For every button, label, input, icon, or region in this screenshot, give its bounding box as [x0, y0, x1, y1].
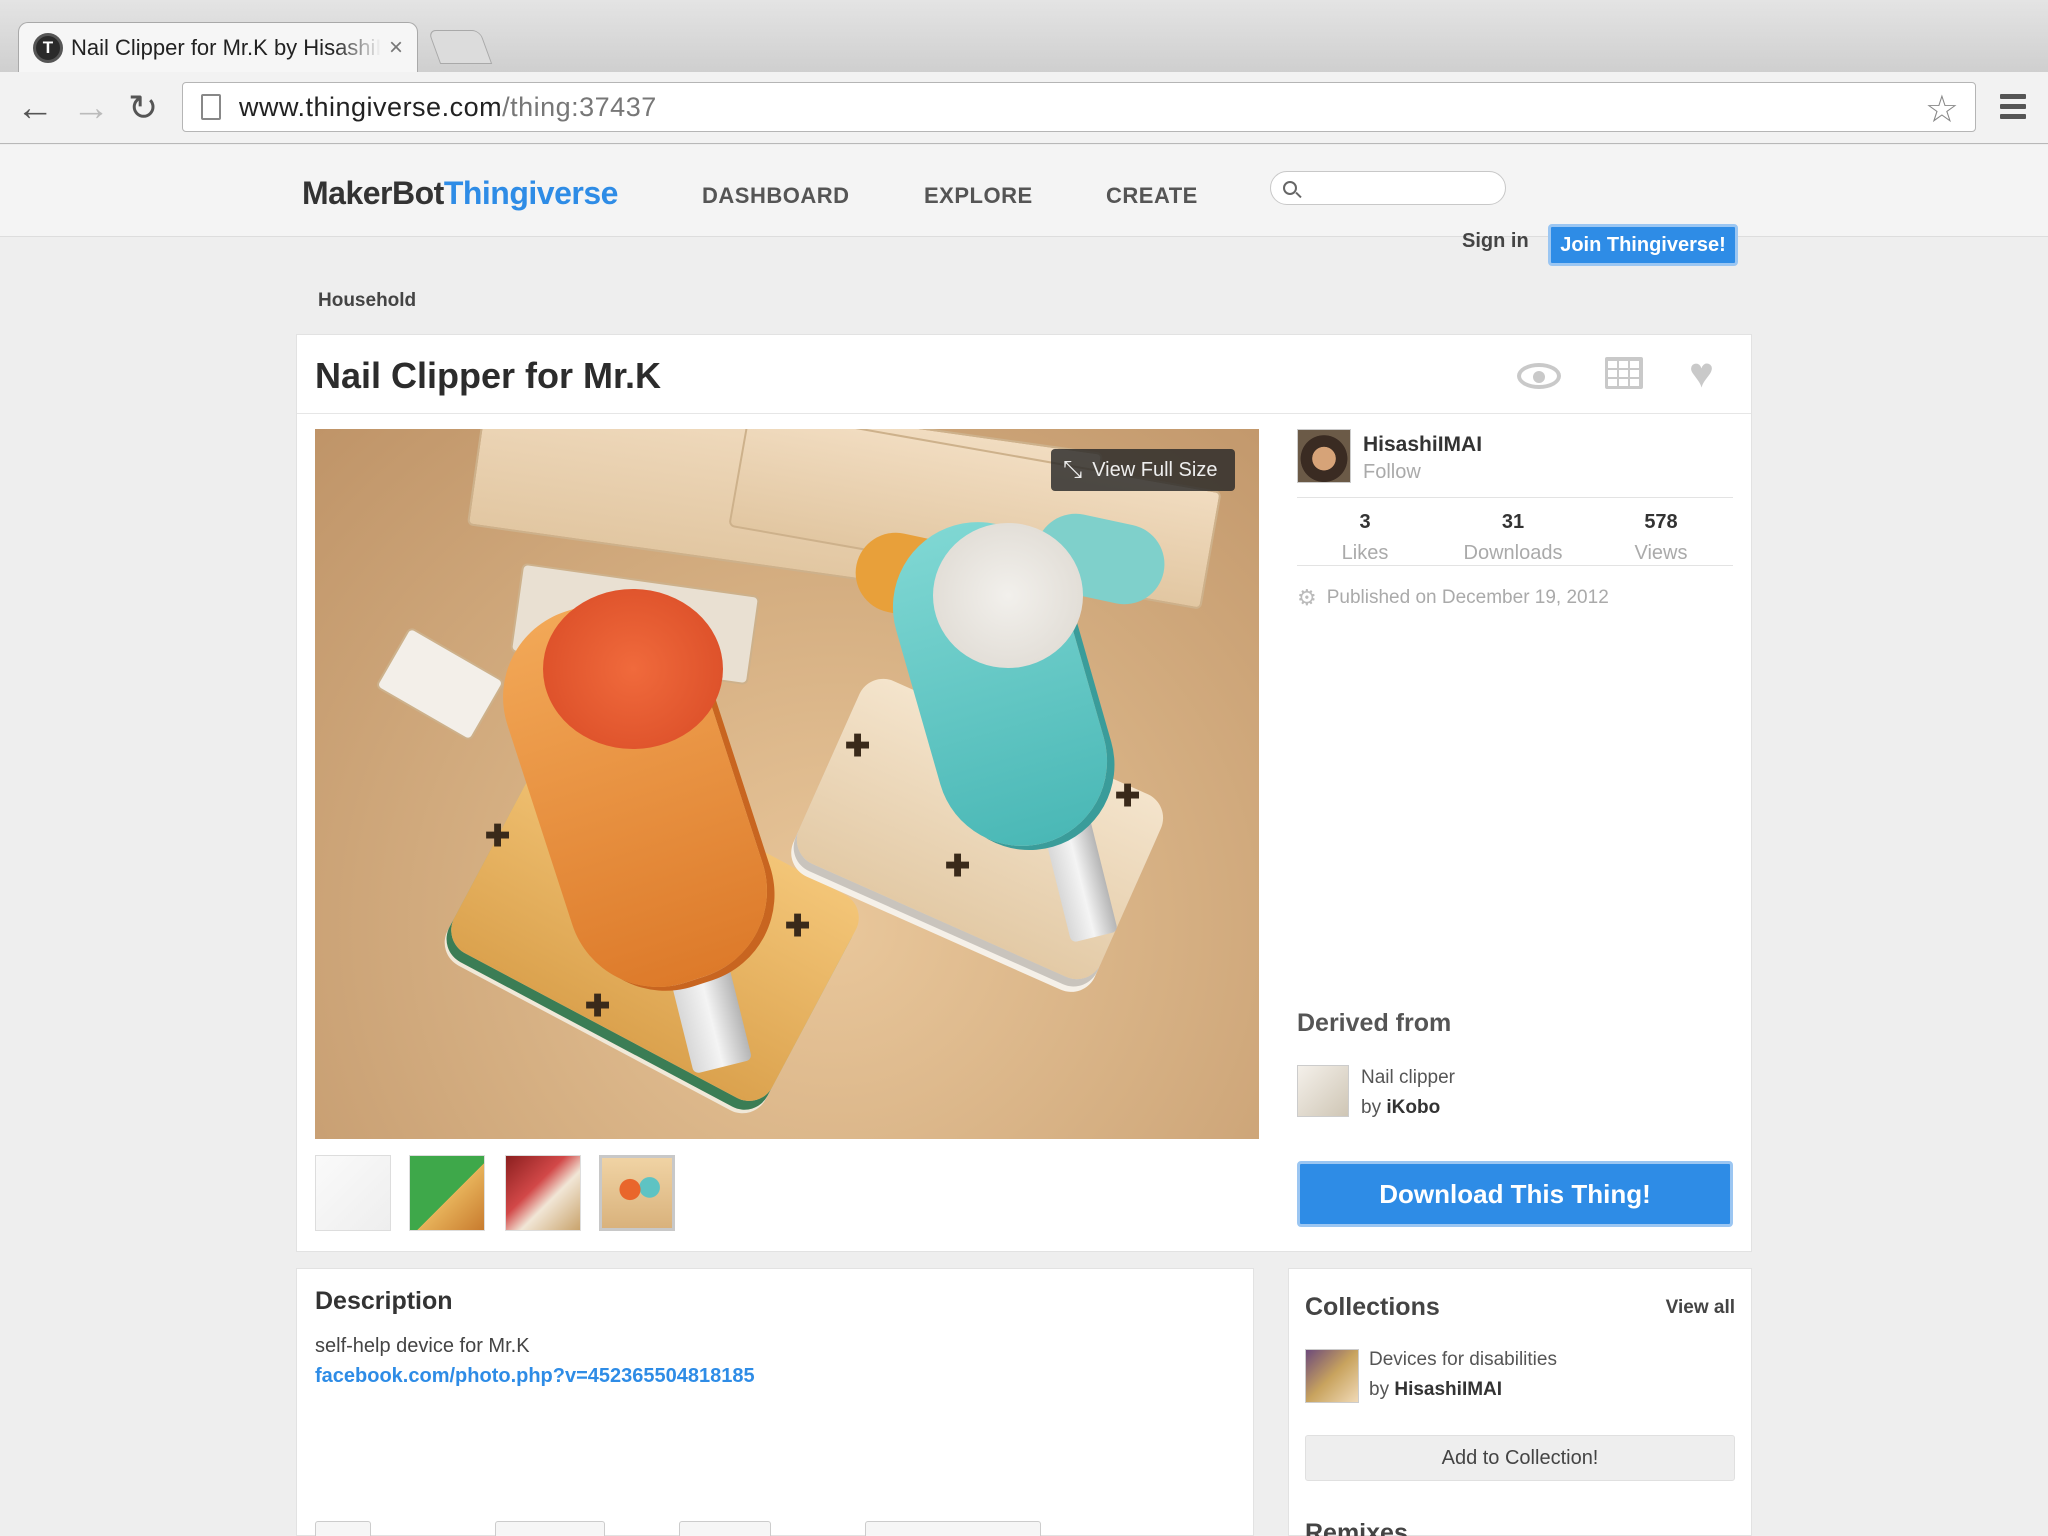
- gear-icon: ⚙: [1297, 585, 1317, 610]
- description-text: self-help device for Mr.K: [315, 1335, 530, 1357]
- x-mark-shape: ✚: [785, 910, 811, 943]
- expand-icon: ⤡: [1063, 456, 1083, 483]
- nav-dashboard[interactable]: DASHBOARD: [702, 183, 850, 209]
- collection-by-prefix: by: [1369, 1379, 1390, 1400]
- stat-downloads: 31 Downloads: [1453, 511, 1573, 565]
- share-buttons-row: [315, 1521, 1115, 1536]
- stat-views-label: Views: [1634, 542, 1688, 564]
- derived-from-heading: Derived from: [1297, 1009, 1452, 1037]
- like-share-button[interactable]: [495, 1521, 605, 1536]
- tweet-button[interactable]: [679, 1521, 771, 1536]
- search-input[interactable]: [1307, 179, 1487, 197]
- collection-link[interactable]: Devices for disabilities: [1369, 1349, 1557, 1371]
- description-link[interactable]: facebook.com/photo.php?v=452365504818185: [315, 1365, 755, 1388]
- collection-thumbnail[interactable]: [1305, 1349, 1359, 1403]
- thumbnail-4[interactable]: [599, 1155, 675, 1231]
- page-icon: [201, 94, 221, 120]
- x-mark-shape: ✚: [945, 850, 971, 883]
- remixes-heading: Remixes: [1305, 1519, 1408, 1536]
- x-mark-shape: ✚: [485, 820, 511, 853]
- browser-tab-bar: T Nail Clipper for Mr.K by HisashiIMAI ×: [0, 0, 2048, 72]
- tab-title: Nail Clipper for Mr.K by HisashiIMAI: [71, 34, 381, 60]
- x-mark-shape: ✚: [845, 730, 871, 763]
- collections-heading: Collections: [1305, 1293, 1440, 1321]
- collections-card: Collections View all Devices for disabil…: [1288, 1268, 1752, 1536]
- description-card: Description self-help device for Mr.K fa…: [296, 1268, 1254, 1536]
- x-mark-shape: ✚: [1115, 780, 1141, 813]
- avatar[interactable]: [1297, 429, 1351, 483]
- like-heart-icon[interactable]: ♥: [1689, 349, 1714, 397]
- new-tab-button[interactable]: [427, 30, 493, 64]
- x-mark-shape: ✚: [585, 990, 611, 1023]
- site-search[interactable]: [1270, 171, 1506, 205]
- forward-arrow-icon[interactable]: →: [72, 88, 110, 128]
- view-full-size-button[interactable]: ⤡ View Full Size: [1051, 449, 1235, 491]
- page-title: Nail Clipper for Mr.K: [315, 355, 662, 396]
- breadcrumb-household[interactable]: Household: [318, 290, 416, 312]
- main-thing-image[interactable]: ✚ ✚ ✚ ✚ ✚ ✚ ⤡ View Full Size: [315, 429, 1259, 1139]
- follow-link[interactable]: Follow: [1363, 461, 1421, 484]
- thumbnail-2[interactable]: [409, 1155, 485, 1231]
- author-divider: [1297, 497, 1733, 498]
- logo-makerbot: MakerBot: [302, 175, 444, 211]
- collect-grid-icon[interactable]: [1605, 357, 1643, 389]
- pinterest-button[interactable]: [315, 1521, 371, 1536]
- collection-author: by HisashiIMAI: [1369, 1379, 1502, 1401]
- nav-explore[interactable]: EXPLORE: [924, 183, 1033, 209]
- view-all-link[interactable]: View all: [1666, 1297, 1735, 1319]
- published-date: ⚙ Published on December 19, 2012: [1297, 585, 1609, 611]
- title-divider: [297, 413, 1751, 414]
- stat-views: 578 Views: [1601, 511, 1721, 565]
- derived-thumbnail[interactable]: [1297, 1065, 1349, 1117]
- derived-by-prefix: by: [1361, 1097, 1382, 1118]
- thing-card: Nail Clipper for Mr.K ♥ ✚ ✚ ✚ ✚ ✚ ✚ ⤡ Vi…: [296, 334, 1752, 1252]
- close-icon[interactable]: ×: [389, 34, 403, 62]
- watch-eye-icon[interactable]: [1517, 363, 1561, 389]
- stat-likes-count: 3: [1359, 511, 1371, 533]
- address-bar[interactable]: www.thingiverse.com/thing:37437 ☆: [182, 82, 1976, 132]
- wood-piece-shape: [374, 626, 506, 742]
- thumbnail-3[interactable]: [505, 1155, 581, 1231]
- stats-divider: [1297, 565, 1733, 566]
- back-arrow-icon[interactable]: ←: [16, 88, 54, 128]
- left-red-disc-shape: [543, 589, 723, 749]
- download-button[interactable]: Download This Thing!: [1297, 1161, 1733, 1227]
- stat-likes: 3 Likes: [1305, 511, 1425, 565]
- url-path: /thing:37437: [502, 91, 657, 122]
- published-text: Published on December 19, 2012: [1326, 587, 1609, 608]
- sign-in-link[interactable]: Sign in: [1462, 230, 1529, 253]
- right-white-disc-shape: [933, 523, 1083, 668]
- nav-create[interactable]: CREATE: [1106, 183, 1198, 209]
- bookmark-star-icon[interactable]: ☆: [1925, 87, 1959, 132]
- logo-thingiverse: Thingiverse: [443, 175, 619, 211]
- derived-thing-link[interactable]: Nail clipper: [1361, 1067, 1455, 1089]
- search-icon: [1283, 181, 1297, 195]
- add-to-collection-button[interactable]: Add to Collection!: [1305, 1435, 1735, 1481]
- stat-likes-label: Likes: [1341, 542, 1389, 564]
- share-button[interactable]: [865, 1521, 1041, 1536]
- join-thingiverse-button[interactable]: Join Thingiverse!: [1548, 224, 1738, 266]
- browser-toolbar: ← → ↻ www.thingiverse.com/thing:37437 ☆: [0, 72, 2048, 144]
- reload-icon[interactable]: ↻: [128, 88, 158, 128]
- menu-icon[interactable]: [2000, 94, 2026, 124]
- url-host: www.thingiverse.com: [239, 91, 503, 122]
- stat-downloads-count: 31: [1501, 511, 1525, 533]
- thingiverse-favicon-icon: T: [33, 32, 63, 63]
- stat-views-count: 578: [1644, 511, 1678, 533]
- site-header: MakerBotThingiverse DASHBOARD EXPLORE CR…: [0, 145, 2048, 237]
- thumbnail-1[interactable]: [315, 1155, 391, 1231]
- collection-author-link[interactable]: HisashiIMAI: [1394, 1379, 1502, 1400]
- view-full-size-label: View Full Size: [1092, 458, 1218, 481]
- author-name[interactable]: HisashiIMAI: [1363, 433, 1482, 457]
- derived-author: by iKobo: [1361, 1097, 1440, 1119]
- browser-tab[interactable]: T Nail Clipper for Mr.K by HisashiIMAI ×: [18, 22, 418, 72]
- description-heading: Description: [315, 1287, 453, 1315]
- makerbot-thingiverse-logo[interactable]: MakerBotThingiverse: [302, 175, 618, 212]
- stat-downloads-label: Downloads: [1463, 542, 1563, 564]
- derived-author-link[interactable]: iKobo: [1386, 1097, 1440, 1118]
